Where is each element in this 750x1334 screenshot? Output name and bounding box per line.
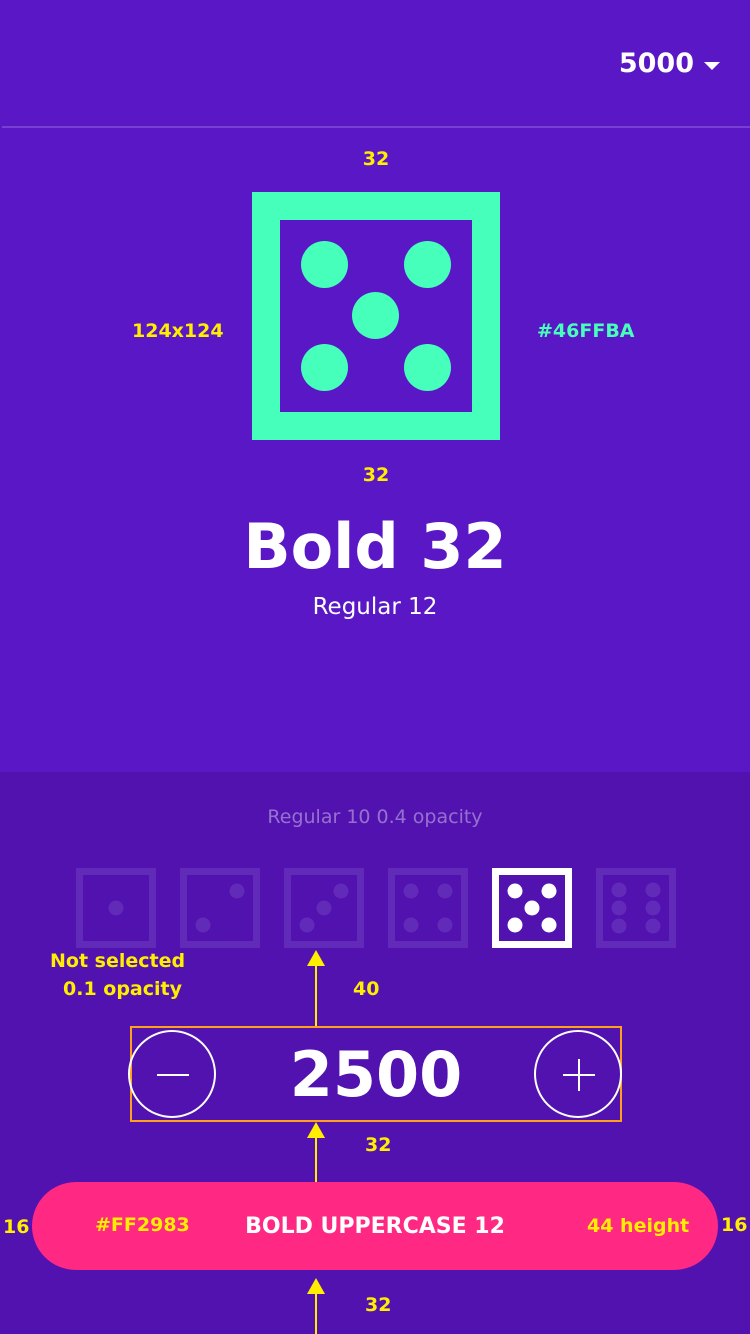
die-pip bbox=[611, 882, 627, 898]
right-margin-note: 16 bbox=[721, 1214, 748, 1236]
die-pip bbox=[524, 900, 540, 916]
die-pip bbox=[507, 883, 523, 899]
die-pip bbox=[541, 917, 557, 933]
die-pip bbox=[403, 883, 419, 899]
die-option-6[interactable] bbox=[596, 868, 676, 948]
die-pip bbox=[404, 241, 451, 288]
die-pip bbox=[299, 917, 315, 933]
spec-size: 124x124 bbox=[132, 320, 224, 342]
die-pip bbox=[333, 883, 349, 899]
die-pip bbox=[645, 882, 661, 898]
spec-color: #46FFBA bbox=[537, 320, 635, 342]
balance-value: 5000 bbox=[618, 48, 694, 79]
left-margin-note: 16 bbox=[3, 1216, 30, 1238]
arrow-up-icon bbox=[307, 950, 325, 966]
page-subtitle: Regular 12 bbox=[312, 594, 438, 620]
bet-stepper: 2500 bbox=[128, 1026, 622, 1122]
arrow-up-icon bbox=[307, 1278, 325, 1294]
die-pip bbox=[404, 344, 451, 391]
spacing-arrow bbox=[315, 1136, 317, 1182]
die-pip bbox=[301, 241, 348, 288]
roll-button[interactable]: #FF2983 BOLD UPPERCASE 12 44 height bbox=[32, 1182, 718, 1270]
spacing-arrow bbox=[315, 1292, 317, 1334]
die-pip bbox=[611, 918, 627, 934]
header-divider bbox=[2, 126, 750, 128]
die-pip bbox=[507, 917, 523, 933]
die-pip bbox=[437, 917, 453, 933]
die-pip bbox=[108, 900, 124, 916]
die-pip bbox=[645, 918, 661, 934]
spacing-arrow bbox=[315, 964, 317, 1026]
die-pip bbox=[611, 900, 627, 916]
spec-top-gap: 32 bbox=[362, 148, 390, 170]
die-pip bbox=[352, 292, 399, 339]
die-pip bbox=[229, 883, 245, 899]
spec-bottom-gap: 32 bbox=[362, 464, 390, 486]
dice-gap-note: 40 bbox=[353, 978, 380, 1000]
die-option-5[interactable] bbox=[492, 868, 572, 948]
balance-selector[interactable]: 5000 bbox=[619, 48, 720, 79]
die-option-3[interactable] bbox=[284, 868, 364, 948]
opacity-hint: Regular 10 0.4 opacity bbox=[267, 806, 483, 828]
die-pip bbox=[541, 883, 557, 899]
die-pip bbox=[316, 900, 332, 916]
button-height-note: 44 height bbox=[587, 1215, 690, 1237]
die-pip bbox=[645, 900, 661, 916]
stepper-gap-note: 32 bbox=[365, 1134, 392, 1156]
arrow-up-icon bbox=[307, 1122, 325, 1138]
dice-five-icon bbox=[252, 192, 500, 440]
not-selected-note: Not selected bbox=[50, 950, 186, 972]
die-pip bbox=[195, 917, 211, 933]
die-option-4[interactable] bbox=[388, 868, 468, 948]
die-option-2[interactable] bbox=[180, 868, 260, 948]
page-title: Bold 32 bbox=[243, 510, 507, 583]
die-option-1[interactable] bbox=[76, 868, 156, 948]
dice-selector bbox=[76, 868, 676, 948]
bottom-gap-note: 32 bbox=[365, 1294, 392, 1316]
chevron-down-icon bbox=[704, 61, 720, 70]
increment-button[interactable] bbox=[534, 1030, 622, 1118]
die-pip bbox=[437, 883, 453, 899]
die-pip bbox=[403, 917, 419, 933]
die-pip bbox=[301, 344, 348, 391]
opacity-note: 0.1 opacity bbox=[63, 978, 182, 1000]
